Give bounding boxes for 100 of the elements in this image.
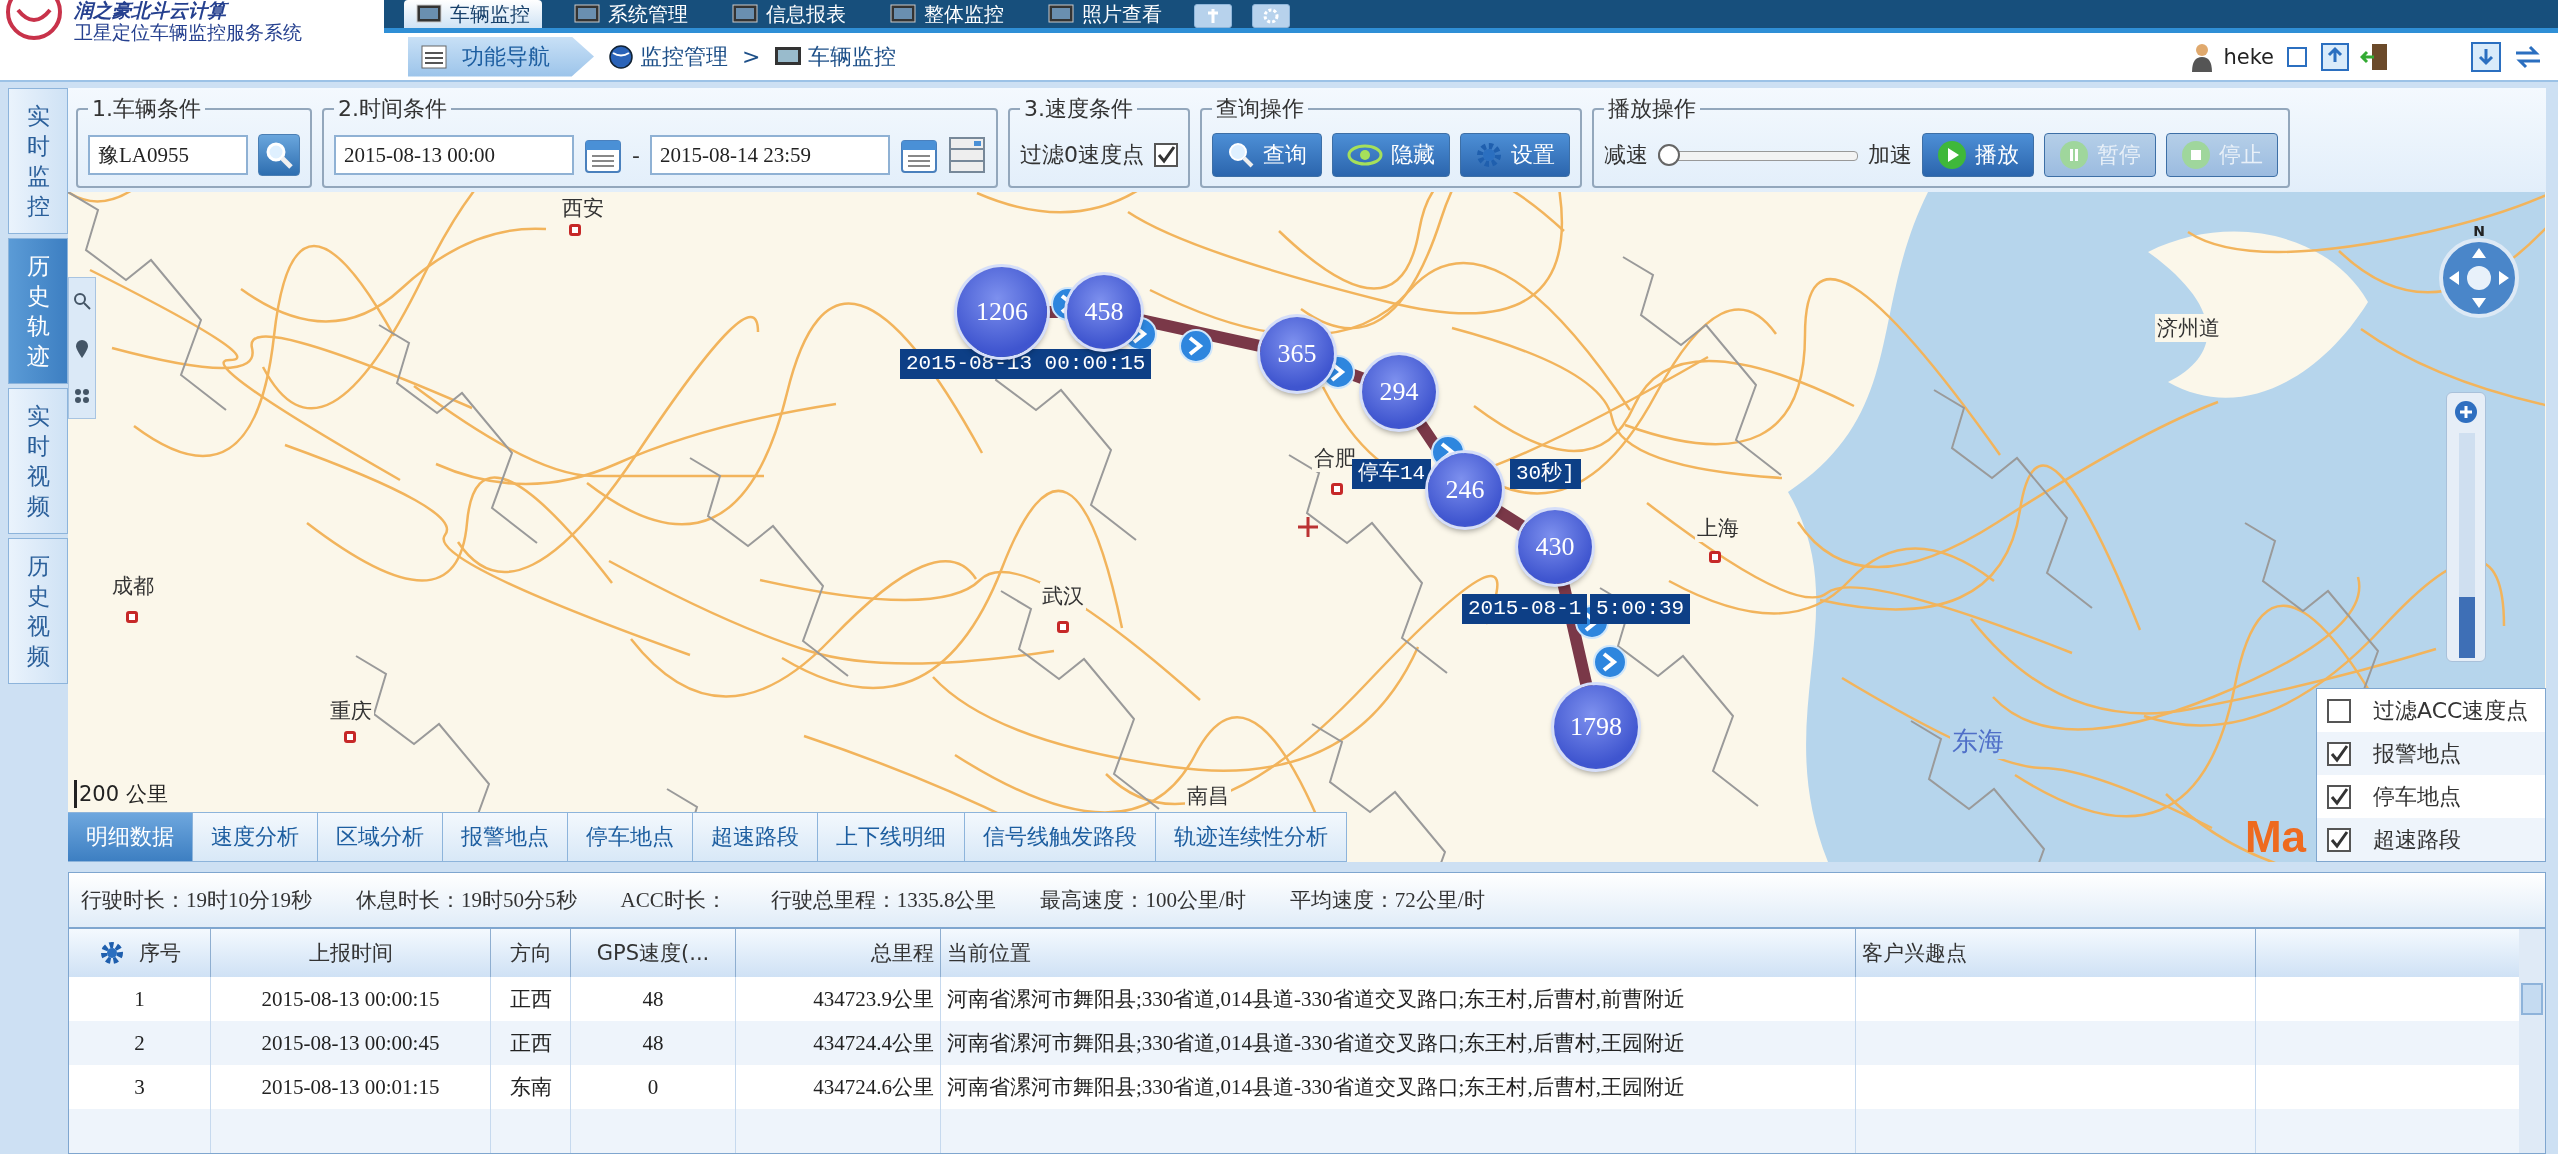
scrollbar[interactable] [2519, 929, 2545, 1153]
menu-item[interactable]: 整体监控 [878, 0, 1016, 28]
search-icon [1226, 141, 1255, 169]
search-button[interactable] [258, 134, 300, 176]
analysis-tab[interactable]: 轨迹连续性分析 [1156, 812, 1347, 862]
pin-icon [1206, 7, 1220, 25]
city-marker [1709, 551, 1721, 563]
list-icon[interactable] [947, 136, 986, 174]
analysis-tab[interactable]: 明细数据 [68, 812, 193, 862]
city-marker [126, 611, 138, 623]
analysis-tab[interactable]: 信号线触发路段 [965, 812, 1156, 862]
analysis-tab[interactable]: 速度分析 [193, 812, 318, 862]
side-tab[interactable]: 历史视频 [8, 538, 68, 684]
track-label: 2015-08-13 00:00:15 [900, 349, 1152, 379]
scroll-thumb[interactable] [2521, 983, 2543, 1015]
direction-marker-icon [1592, 644, 1628, 680]
column-header[interactable]: 客户兴趣点 [1856, 929, 2256, 977]
monitor-icon [890, 3, 916, 25]
start-time-input[interactable]: 2015-08-13 00:00 [334, 135, 574, 175]
range-separator: - [632, 142, 640, 168]
column-header[interactable]: 总里程 [736, 929, 941, 977]
summary-item: 平均速度：72公里/时 [1289, 887, 1485, 914]
side-tab[interactable]: 历史轨迹 [8, 238, 68, 384]
layer-label: 停车地点 [2373, 782, 2461, 811]
search-icon [264, 140, 294, 170]
menu-item[interactable]: 照片查看 [1036, 0, 1174, 28]
checkbox[interactable] [2327, 784, 2351, 809]
summary-item: 休息时长：19时50分5秒 [356, 887, 577, 914]
analysis-tab[interactable]: 报警地点 [443, 812, 568, 862]
side-tab[interactable]: 实时监控 [8, 88, 68, 234]
layer-label: 超速路段 [2373, 825, 2461, 854]
function-navigation-button[interactable]: 功能导航 [408, 36, 594, 77]
vehicle-input[interactable]: 豫LA0955 [88, 135, 248, 175]
action-button[interactable]: 隐藏 [1331, 133, 1450, 177]
analysis-tab[interactable]: 上下线明细 [818, 812, 965, 862]
checkbox[interactable] [2327, 741, 2351, 766]
city-marker [344, 731, 356, 743]
layer-label: 过滤ACC速度点 [2373, 696, 2529, 725]
track-label: 停车14 [1352, 459, 1432, 489]
grid-icon[interactable] [74, 387, 90, 404]
analysis-tab[interactable]: 停车地点 [568, 812, 693, 862]
checkbox[interactable] [1153, 143, 1178, 167]
monitor-icon [1048, 3, 1074, 25]
track-label: 5:00:39 [1590, 594, 1691, 624]
speed-slider[interactable] [1657, 143, 1858, 167]
settings-icon[interactable] [98, 940, 125, 966]
zoom-in-icon[interactable] [2453, 399, 2479, 425]
upload-icon[interactable] [2320, 41, 2350, 72]
download-icon[interactable] [2470, 40, 2502, 73]
place-label: 上海 [1695, 514, 1741, 542]
map-scale: 200 公里 [74, 780, 168, 808]
exit-door-icon[interactable] [2360, 41, 2390, 72]
play-icon [1936, 140, 1967, 170]
column-header[interactable]: 序号 [69, 929, 211, 977]
column-header[interactable]: 方向 [491, 929, 571, 977]
menu-item[interactable]: 信息报表 [720, 0, 858, 28]
city-marker [569, 224, 581, 236]
checkbox[interactable] [2327, 698, 2351, 723]
monitor-icon [416, 3, 442, 25]
logo-icon [4, 0, 64, 40]
search-icon[interactable] [73, 292, 91, 311]
logo-subtitle: 卫星定位车辆监控服务系统 [74, 20, 302, 44]
menu-item[interactable]: 系统管理 [562, 0, 700, 28]
logo-title: 润之豪北斗云计算 [74, 0, 302, 20]
eye-icon [1346, 143, 1383, 167]
column-header[interactable]: GPS速度(... [571, 929, 736, 977]
monitor-icon [574, 3, 600, 25]
direction-marker-icon [1178, 328, 1214, 364]
user-icon [2191, 41, 2214, 72]
layer-label: 报警地点 [2373, 739, 2461, 768]
action-button[interactable]: 查询 [1211, 133, 1322, 177]
track-label: 30秒] [1510, 459, 1581, 489]
breadcrumb-link[interactable]: 车辆监控 [774, 41, 897, 72]
stop-icon [2180, 140, 2211, 170]
breadcrumb-link[interactable]: 监控管理 [608, 41, 728, 72]
zoom-slider[interactable] [2446, 392, 2486, 662]
fieldset-legend: 3.速度条件 [1019, 94, 1137, 124]
column-header[interactable]: 当前位置 [941, 929, 1856, 977]
end-time-input[interactable]: 2015-08-14 23:59 [649, 135, 890, 175]
summary-item: 行驶总里程：1335.8公里 [770, 887, 997, 914]
slider-thumb[interactable] [1657, 144, 1680, 166]
action-button[interactable]: 设置 [1459, 133, 1570, 177]
menu-item[interactable]: 车辆监控 [404, 0, 542, 28]
analysis-tab[interactable]: 区域分析 [318, 812, 443, 862]
column-header[interactable]: 上报时间 [211, 929, 491, 977]
side-tab[interactable]: 实时视频 [8, 388, 68, 534]
fieldset-legend: 查询操作 [1211, 94, 1308, 124]
globe-icon [608, 43, 634, 70]
map-provider-logo: Ma [2244, 812, 2306, 862]
checkbox[interactable] [2327, 827, 2351, 852]
playback-button[interactable]: 播放 [1921, 133, 2034, 177]
fieldset-legend: 2.时间条件 [334, 94, 451, 124]
place-label: 武汉 [1040, 582, 1086, 610]
summary-item: ACC时长： [620, 887, 727, 914]
pin-icon[interactable] [74, 339, 90, 359]
monitor-icon [732, 3, 758, 25]
list-icon [420, 42, 448, 71]
analysis-tab[interactable]: 超速路段 [693, 812, 818, 862]
summary-item: 行驶时长：19时10分19秒 [81, 887, 312, 914]
filter-label: 过滤0速度点 [1019, 141, 1144, 169]
